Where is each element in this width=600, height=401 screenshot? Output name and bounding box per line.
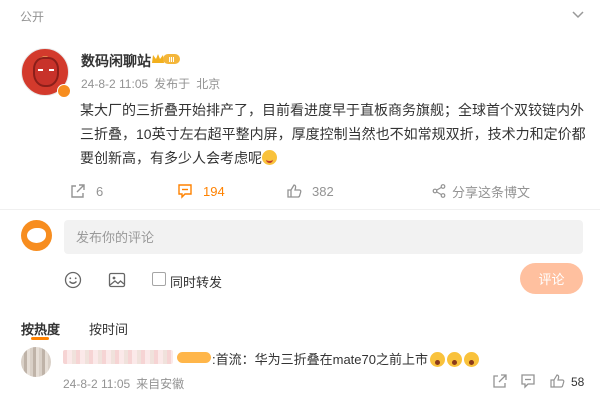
forward-icon xyxy=(71,184,85,198)
author-name[interactable]: 数码闲聊站 xyxy=(81,51,151,71)
verified-badge-icon xyxy=(57,84,71,98)
share-button[interactable]: 分享这条博文 xyxy=(432,178,530,204)
forward-count: 6 xyxy=(96,183,104,199)
shocked-emoji-icon xyxy=(446,352,462,367)
post-actions: 6 194 382 分享这条博文 xyxy=(0,178,600,204)
post-meta: 24-8-2 11:05 发布于 北京 xyxy=(81,75,226,92)
share-label: 分享这条博文 xyxy=(452,184,531,200)
submit-comment-button[interactable]: 评论 xyxy=(520,263,583,294)
comment-source: 来自安徽 xyxy=(136,377,185,391)
my-avatar xyxy=(21,220,52,251)
also-forward-checkbox[interactable] xyxy=(152,272,166,286)
visibility-bar: 公开 xyxy=(0,0,600,30)
image-upload-icon[interactable] xyxy=(108,271,126,289)
post-text: 某大厂的三折叠开始排产了，目前看进度早于直板商务旗舰；全球首个双铰链内外三折叠，… xyxy=(80,102,586,166)
shocked-emoji-icon xyxy=(429,352,445,367)
shocked-emoji-icon xyxy=(463,352,479,367)
comment-forward-icon[interactable] xyxy=(492,373,508,389)
chevron-down-icon[interactable] xyxy=(571,8,585,22)
forward-button[interactable]: 6 xyxy=(70,178,103,204)
member-level-text: III xyxy=(169,57,175,64)
active-tab-indicator xyxy=(31,337,49,340)
smile-emoji-icon xyxy=(262,150,277,165)
location-prefix: 发布于 xyxy=(154,77,191,91)
emoji-picker-icon[interactable] xyxy=(64,271,82,289)
tab-sort-hot[interactable]: 按热度 xyxy=(21,319,60,338)
member-crown-icon: III xyxy=(152,54,180,64)
commenter-badge-icon xyxy=(177,352,211,363)
share-icon xyxy=(432,184,446,198)
tab-sort-time[interactable]: 按时间 xyxy=(89,319,128,338)
post-content: 某大厂的三折叠开始排产了，目前看进度早于直板商务旗舰；全球首个双铰链内外三折叠，… xyxy=(80,98,588,170)
comment-count: 194 xyxy=(203,183,225,199)
comment-item: :首流：华为三折叠在mate70之前上市 xyxy=(212,349,479,368)
comment-like-icon[interactable] xyxy=(549,373,565,389)
visibility-label: 公开 xyxy=(20,10,45,24)
also-forward-label[interactable]: 同时转发 xyxy=(170,272,222,291)
comment-reply-icon[interactable] xyxy=(520,373,536,389)
comment-icon xyxy=(178,184,192,199)
like-count: 382 xyxy=(312,183,334,199)
comment-meta: 24-8-2 11:05 来自安徽 xyxy=(63,375,190,392)
thumbs-up-icon xyxy=(287,184,302,198)
like-button[interactable]: 382 xyxy=(286,178,334,204)
section-divider xyxy=(0,209,600,210)
commenter-avatar-blurred[interactable] xyxy=(21,347,51,377)
comment-input[interactable] xyxy=(64,220,583,254)
post-location: 北京 xyxy=(196,77,221,91)
commenter-name-blurred[interactable] xyxy=(63,350,173,364)
comment-date: 24-8-2 11:05 xyxy=(63,377,131,391)
comment-text: :首流：华为三折叠在mate70之前上市 xyxy=(212,352,428,367)
post-date[interactable]: 24-8-2 11:05 xyxy=(81,77,148,91)
comment-like-count: 58 xyxy=(571,375,585,389)
comment-button[interactable]: 194 xyxy=(177,178,225,204)
